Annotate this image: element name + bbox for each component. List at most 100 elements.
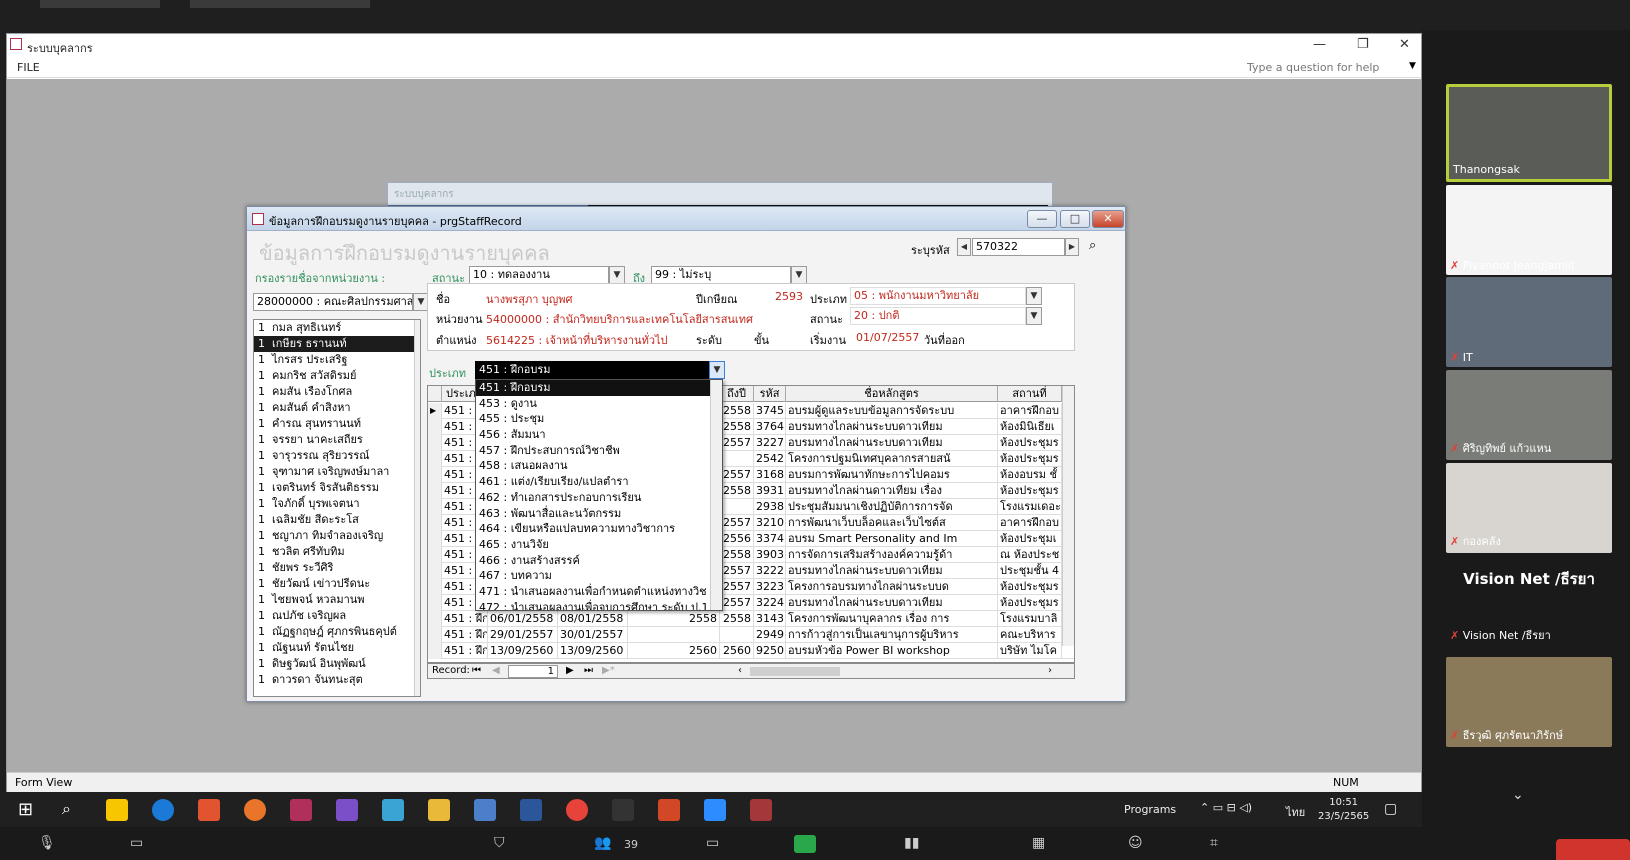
staff-list-item[interactable]: 1 ไกรสร ประเสริฐ bbox=[254, 352, 420, 368]
app-book-icon[interactable] bbox=[290, 799, 312, 821]
table-cell[interactable]: การจัดการเสริมสร้างองค์ความรู้ด้า bbox=[786, 547, 998, 563]
minimize-icon[interactable]: — bbox=[1313, 37, 1326, 52]
grid-header-6[interactable]: รหัส bbox=[754, 386, 786, 402]
table-cell[interactable]: 29/01/2557 bbox=[488, 627, 558, 643]
table-cell[interactable]: 2558 bbox=[720, 483, 754, 499]
row-selector[interactable] bbox=[428, 627, 442, 643]
table-cell[interactable]: 2558 bbox=[628, 611, 720, 627]
last-record-icon[interactable]: ⏭ bbox=[584, 665, 593, 676]
table-cell[interactable]: 2542 bbox=[754, 451, 786, 467]
type-select[interactable]: 05 : พนักงานมหาวิทยาลัย bbox=[850, 287, 1026, 305]
table-cell[interactable]: ห้องประชุมร bbox=[998, 435, 1062, 451]
edge-icon[interactable] bbox=[152, 799, 174, 821]
table-cell[interactable]: 13/09/2560 bbox=[488, 643, 558, 659]
dropdown-option[interactable]: 472 : นำเสนอผลงานเพื่อจบการศึกษา ระดับ ป… bbox=[476, 600, 722, 610]
zoom-tab[interactable] bbox=[40, 0, 160, 8]
grid-header-8[interactable]: สถานที่ bbox=[998, 386, 1062, 402]
row-selector[interactable] bbox=[428, 451, 442, 467]
table-cell[interactable]: อบรมทางไกลผ่านระบบดาวเทียม bbox=[786, 563, 998, 579]
table-cell[interactable]: 2557 bbox=[720, 467, 754, 483]
row-selector[interactable] bbox=[428, 579, 442, 595]
dropdown-option[interactable]: 463 : พัฒนาสื่อและนวัตกรรม bbox=[476, 506, 722, 522]
grid-header-5[interactable]: ถึงปี bbox=[720, 386, 754, 402]
word-icon[interactable] bbox=[520, 799, 542, 821]
participant-tile[interactable]: ✗ ศิริญทิพย์ แก้วแหน bbox=[1446, 370, 1612, 460]
table-cell[interactable]: 3168 bbox=[754, 467, 786, 483]
close-icon[interactable]: ✕ bbox=[1399, 37, 1410, 52]
network-icon[interactable] bbox=[474, 799, 496, 821]
state-dropdown-icon[interactable]: ▼ bbox=[1026, 307, 1042, 325]
prev-record-icon[interactable]: ◀ bbox=[492, 665, 500, 676]
staff-list-item[interactable]: 1 ดาวรดา จันทนะสุต bbox=[254, 672, 420, 688]
table-cell[interactable]: อาคารฝึกอบ bbox=[998, 515, 1062, 531]
participant-tile[interactable]: ✗ Piyanoot Jeangjamjit bbox=[1446, 185, 1612, 275]
scroll-right-icon[interactable]: › bbox=[1048, 665, 1052, 676]
staff-list-item[interactable]: 1 เกษียร ธรานนท์ bbox=[254, 336, 420, 352]
grid-header-7[interactable]: ชื่อหลักสูตร bbox=[786, 386, 998, 402]
more-icon[interactable]: ⌗ bbox=[1210, 835, 1218, 851]
table-cell[interactable]: 08/01/2558 bbox=[558, 611, 628, 627]
powerpoint-icon[interactable] bbox=[658, 799, 680, 821]
dropdown-scrollbar[interactable] bbox=[710, 380, 722, 610]
category-select[interactable]: 451 : ฝึกอบรม bbox=[475, 361, 709, 379]
table-cell[interactable]: โครงการพัฒนาบุคลากร เรื่อง การ bbox=[786, 611, 998, 627]
table-cell[interactable]: อาคารฝึกอบ bbox=[998, 403, 1062, 419]
dropdown-option[interactable]: 457 : ฝึกประสบการณ์วิชาชีพ bbox=[476, 443, 722, 459]
table-cell[interactable]: อบรมทางไกลผ่านระบบดาวเทียม bbox=[786, 595, 998, 611]
record-number-input[interactable]: 1 bbox=[508, 665, 558, 678]
start-icon[interactable]: ⊞ bbox=[18, 799, 33, 820]
new-record-icon[interactable]: ▶* bbox=[602, 665, 615, 676]
type-dropdown-icon[interactable]: ▼ bbox=[1026, 287, 1042, 305]
table-cell[interactable]: ห้องอบรม ชั้ bbox=[998, 467, 1062, 483]
table-cell[interactable]: 2949 bbox=[754, 627, 786, 643]
table-cell[interactable]: ห้องประชุมร bbox=[998, 483, 1062, 499]
table-cell[interactable]: 3222 bbox=[754, 563, 786, 579]
app-s-icon[interactable] bbox=[198, 799, 220, 821]
staff-list-scrollbar[interactable] bbox=[414, 320, 420, 696]
staff-list-item[interactable]: 1 เจตรินทร์ จิรสันติธรรม bbox=[254, 480, 420, 496]
table-cell[interactable]: การก้าวสู่การเป็นเลขานุการผู้บริหาร bbox=[786, 627, 998, 643]
table-cell[interactable] bbox=[720, 499, 754, 515]
access-icon[interactable] bbox=[750, 799, 772, 821]
category-dropdown-icon[interactable]: ▼ bbox=[709, 361, 725, 379]
leave-button[interactable] bbox=[1556, 839, 1630, 860]
zoom-icon[interactable] bbox=[704, 799, 726, 821]
staff-list-item[interactable]: 1 คมสันต์ คำสิงหา bbox=[254, 400, 420, 416]
table-cell[interactable] bbox=[720, 627, 754, 643]
file-explorer-icon[interactable] bbox=[428, 799, 450, 821]
form-minimize-button[interactable]: — bbox=[1027, 210, 1057, 228]
table-cell[interactable]: 2557 bbox=[720, 563, 754, 579]
visual-studio-icon[interactable] bbox=[336, 799, 358, 821]
table-cell[interactable]: ประชุมสัมมนาเชิงปฏิบัติการการจัด bbox=[786, 499, 998, 515]
restore-icon[interactable]: ❐ bbox=[1357, 37, 1369, 52]
table-cell[interactable]: คณะบริหาร bbox=[998, 627, 1062, 643]
mute-mic-icon[interactable]: 🎙 bbox=[38, 835, 56, 851]
dropdown-option[interactable]: 471 : นำเสนอผลงานเพื่อกำหนดตำแหน่งทางวิช bbox=[476, 584, 722, 600]
participant-tile[interactable]: Thanongsak bbox=[1446, 84, 1612, 182]
staff-list-item[interactable]: 1 ใจภักดิ์ บุรพเจตนา bbox=[254, 496, 420, 512]
staff-list-item[interactable]: 1 จารุวรรณ สุริยวรรณ์ bbox=[254, 448, 420, 464]
table-cell[interactable]: 30/01/2557 bbox=[558, 627, 628, 643]
table-cell[interactable]: อบรมทางไกลผ่านระบบดาวเทียม bbox=[786, 435, 998, 451]
prev-id-button[interactable]: ◀ bbox=[957, 238, 971, 256]
record-icon[interactable]: ▮▮ bbox=[904, 835, 919, 851]
table-cell[interactable]: 2558 bbox=[720, 547, 754, 563]
dropdown-option[interactable]: 461 : แต่ง/เรียบเรียง/แปลตำรา bbox=[476, 474, 722, 490]
first-record-icon[interactable]: ⏮ bbox=[472, 665, 481, 676]
dropdown-option[interactable]: 453 : ดูงาน bbox=[476, 396, 722, 412]
table-cell[interactable]: 2558 bbox=[720, 403, 754, 419]
staff-list-item[interactable]: 1 ดิษฐวัฒน์ อินพุพัฒน์ bbox=[254, 656, 420, 672]
table-cell[interactable]: อบรม Smart Personality and Im bbox=[786, 531, 998, 547]
staff-list-item[interactable]: 1 ณัฏฐกฤษฎ์ ศุภกรพินธคุปต์ bbox=[254, 624, 420, 640]
table-cell[interactable]: 2558 bbox=[720, 611, 754, 627]
row-selector[interactable] bbox=[428, 419, 442, 435]
acrobat-icon[interactable] bbox=[612, 799, 634, 821]
table-cell[interactable]: 3227 bbox=[754, 435, 786, 451]
scroll-left-icon[interactable]: ‹ bbox=[738, 665, 742, 676]
taskbar-clock[interactable]: 10:51 23/5/2565 bbox=[1318, 796, 1369, 824]
dropdown-option[interactable]: 466 : งานสร้างสรรค์ bbox=[476, 553, 722, 569]
row-selector[interactable]: ▶ bbox=[428, 403, 442, 419]
table-cell[interactable]: อบรมหัวข้อ Power BI workshop bbox=[786, 643, 998, 659]
staff-list-item[interactable]: 1 กมล สุทธิเนทร์ bbox=[254, 320, 420, 336]
staff-list-item[interactable]: 1 เฉลิมชัย สีดะระโส bbox=[254, 512, 420, 528]
